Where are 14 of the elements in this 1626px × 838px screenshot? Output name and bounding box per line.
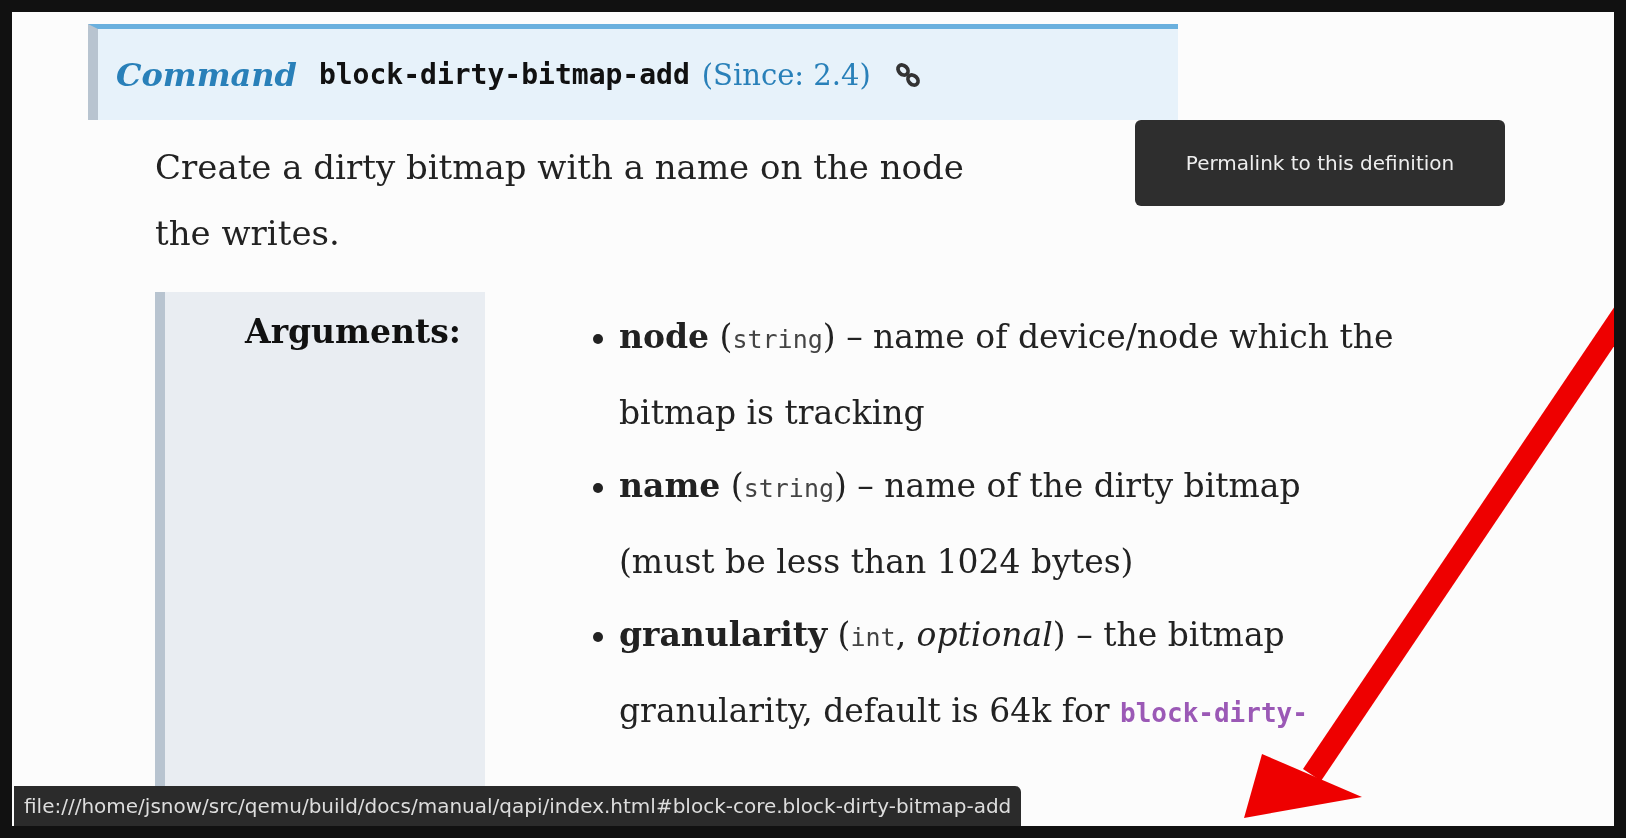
argument-text: name (string) – name of the dirty bitmap (must be less than 1024 bytes): [619, 465, 1302, 583]
description-text: Create a dirty bitmap with a name on the node: [155, 146, 964, 189]
argument-text: granularity (int, optional) – the bitmap granularity, default is 64k for block-dirty-: [619, 614, 1309, 732]
bullet-icon: [593, 483, 603, 493]
description-text: the writes.: [155, 212, 340, 255]
bullet-icon: [593, 632, 603, 642]
reference-link[interactable]: block-dirty-: [1120, 698, 1308, 728]
since-version: (Since: 2.4): [701, 57, 871, 92]
tooltip: Permalink to this definition: [1135, 120, 1505, 206]
status-bar-url: file:///home/jsnow/src/qemu/build/docs/manual/qapi/index.html#block-core.block-dirty-bitmap-add: [14, 786, 1022, 826]
arguments-label: Arguments:: [245, 312, 461, 351]
definition-kind: Command: [116, 55, 297, 94]
bullet-icon: [593, 334, 603, 344]
command-name: block-dirty-bitmap-add: [318, 58, 690, 91]
